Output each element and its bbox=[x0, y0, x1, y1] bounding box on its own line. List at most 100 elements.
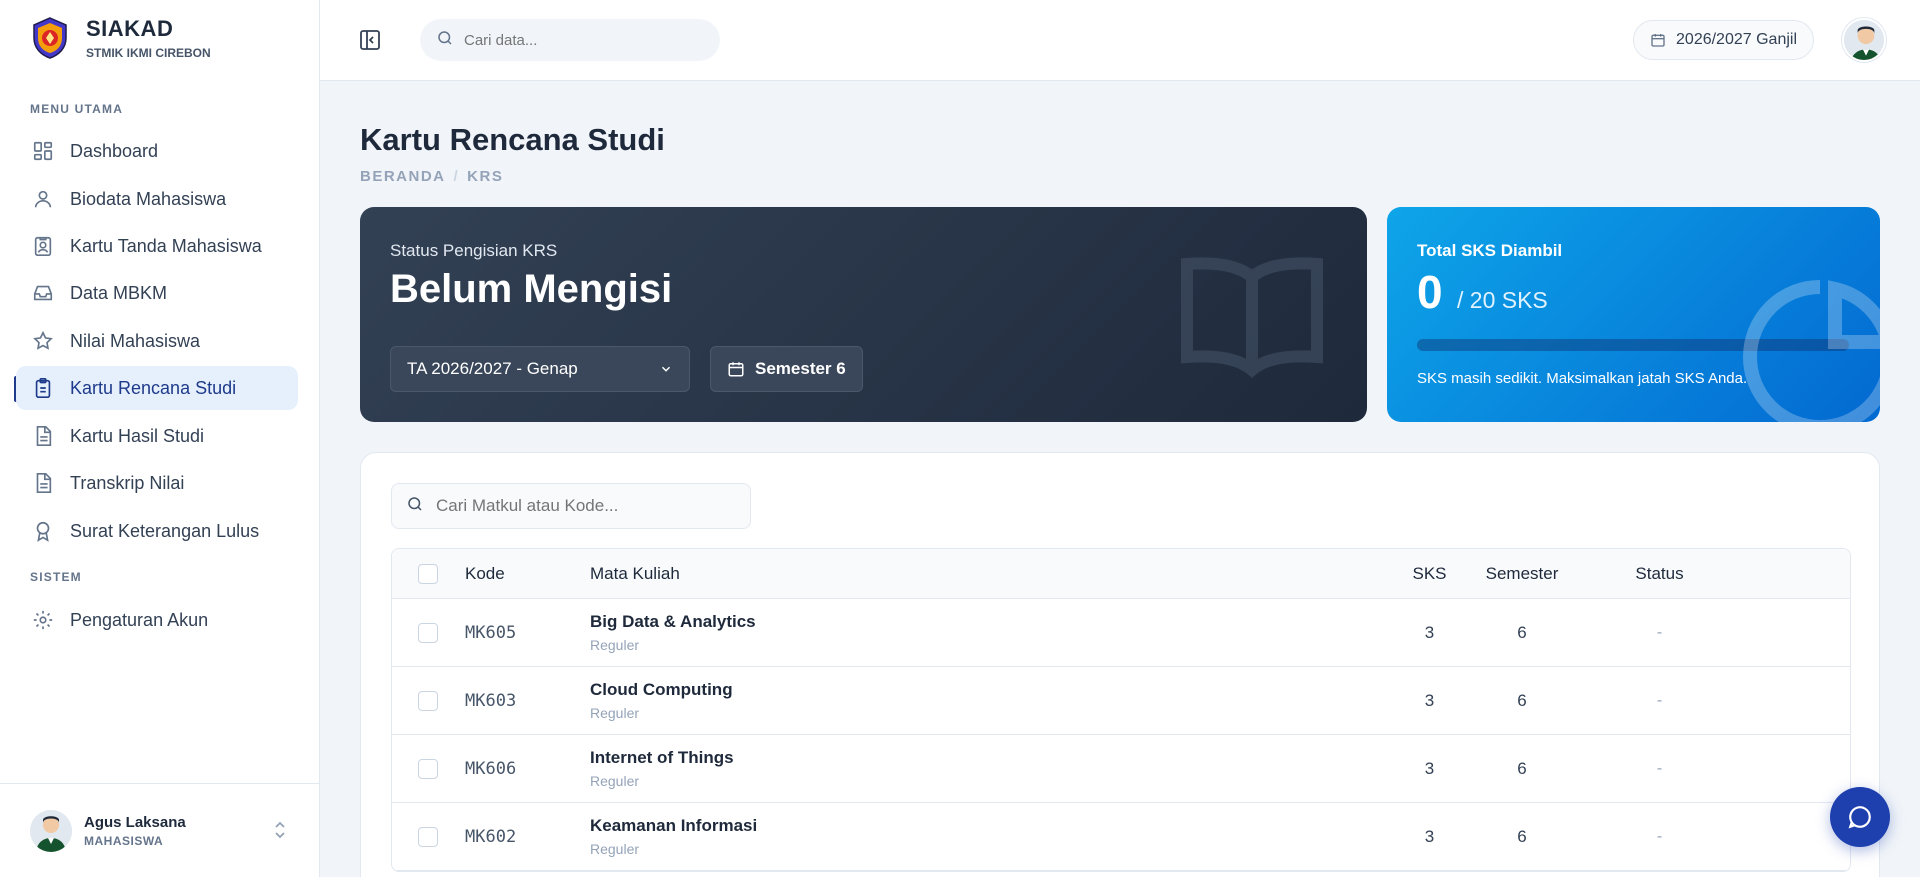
file-text-icon bbox=[30, 423, 56, 449]
search-icon bbox=[406, 495, 424, 518]
user-role: MAHASISWA bbox=[84, 833, 164, 848]
user-name: Agus Laksana bbox=[84, 813, 186, 831]
course-table-card: Kode Mata Kuliah SKS Semester Status MK6… bbox=[360, 452, 1880, 877]
row-checkbox[interactable] bbox=[418, 690, 438, 711]
user-menu[interactable]: Agus Laksana MAHASISWA bbox=[0, 783, 319, 877]
course-type: Reguler bbox=[590, 773, 640, 789]
brand[interactable]: SIAKAD STMIK IKMI CIREBON bbox=[28, 16, 211, 60]
sidebar-item-pengaturan[interactable]: Pengaturan Akun bbox=[16, 598, 298, 642]
sidebar-item-label: Kartu Rencana Studi bbox=[70, 377, 237, 398]
chat-button[interactable] bbox=[1830, 787, 1890, 847]
course-name: Cloud Computing bbox=[590, 680, 733, 699]
sidebar-item-label: Transkrip Nilai bbox=[70, 472, 185, 493]
chevron-down-icon bbox=[661, 366, 671, 372]
table-row[interactable]: MK605 Big Data & Analytics Reguler 3 6 - bbox=[392, 599, 1850, 667]
sidebar-item-label: Kartu Tanda Mahasiswa bbox=[70, 235, 262, 256]
course-sks: 3 bbox=[1424, 622, 1435, 642]
topbar: 2026/2027 Ganjil bbox=[320, 0, 1920, 81]
panel-left-icon bbox=[360, 30, 380, 50]
sks-value: 0 bbox=[1417, 266, 1443, 318]
inbox-icon bbox=[30, 280, 56, 306]
table-row[interactable]: MK603 Cloud Computing Reguler 3 6 - bbox=[392, 667, 1850, 735]
course-status: - bbox=[1656, 623, 1663, 641]
term-label: 2026/2027 Ganjil bbox=[1676, 31, 1797, 48]
breadcrumb-home[interactable]: BERANDA bbox=[360, 168, 446, 185]
sidebar-item-khs[interactable]: Kartu Hasil Studi bbox=[16, 414, 298, 458]
course-type: Reguler bbox=[590, 841, 640, 857]
sidebar-item-label: Dashboard bbox=[70, 140, 159, 161]
sks-label: Total SKS Diambil bbox=[1417, 241, 1563, 260]
header-semester: Semester bbox=[1485, 563, 1559, 583]
system-section-label: SISTEM bbox=[30, 570, 82, 584]
course-sks: 3 bbox=[1424, 826, 1435, 846]
sidebar-item-mbkm[interactable]: Data MBKM bbox=[16, 271, 298, 315]
course-search[interactable] bbox=[391, 483, 751, 529]
course-name: Keamanan Informasi bbox=[590, 816, 758, 835]
id-card-icon bbox=[30, 233, 56, 259]
sidebar-item-label: Pengaturan Akun bbox=[70, 609, 209, 630]
course-semester: 6 bbox=[1517, 690, 1527, 710]
select-all-checkbox[interactable] bbox=[418, 563, 438, 584]
sidebar-item-biodata[interactable]: Biodata Mahasiswa bbox=[16, 177, 298, 221]
clipboard-icon bbox=[30, 375, 56, 401]
sidebar-item-krs[interactable]: Kartu Rencana Studi bbox=[16, 366, 298, 410]
course-semester: 6 bbox=[1517, 826, 1527, 846]
sidebar-item-skl[interactable]: Surat Keterangan Lulus bbox=[16, 509, 298, 553]
sidebar: SIAKAD STMIK IKMI CIREBON MENU UTAMA Das… bbox=[0, 0, 320, 877]
row-checkbox[interactable] bbox=[418, 622, 438, 643]
profile-avatar[interactable] bbox=[1842, 18, 1886, 62]
star-icon bbox=[30, 328, 56, 354]
gear-icon bbox=[30, 607, 56, 633]
sidebar-toggle-button[interactable] bbox=[358, 28, 384, 54]
user-icon bbox=[30, 186, 56, 212]
global-search-input[interactable] bbox=[464, 31, 694, 49]
academic-year-value: TA 2026/2027 - Genap bbox=[407, 359, 578, 378]
sidebar-item-label: Kartu Hasil Studi bbox=[70, 425, 205, 446]
sks-note: SKS masih sedikit. Maksimalkan jatah SKS… bbox=[1417, 370, 1748, 387]
academic-year-select[interactable]: TA 2026/2027 - Genap bbox=[390, 346, 690, 392]
sidebar-item-dashboard[interactable]: Dashboard bbox=[16, 129, 298, 173]
sidebar-item-nilai[interactable]: Nilai Mahasiswa bbox=[16, 319, 298, 363]
semester-label: Semester 6 bbox=[755, 359, 846, 378]
brand-subtitle: STMIK IKMI CIREBON bbox=[86, 46, 211, 60]
course-table: Kode Mata Kuliah SKS Semester Status MK6… bbox=[391, 548, 1851, 872]
course-search-input[interactable] bbox=[436, 496, 736, 516]
award-icon bbox=[30, 518, 56, 544]
course-status: - bbox=[1656, 827, 1663, 845]
sks-max: / 20 SKS bbox=[1457, 287, 1548, 313]
header-status: Status bbox=[1635, 563, 1684, 583]
avatar bbox=[30, 809, 72, 852]
calendar-icon bbox=[728, 362, 744, 377]
course-code: MK605 bbox=[465, 622, 517, 643]
academic-term-badge[interactable]: 2026/2027 Ganjil bbox=[1633, 20, 1814, 60]
course-semester: 6 bbox=[1517, 622, 1527, 642]
course-status: - bbox=[1656, 691, 1663, 709]
pie-chart-icon bbox=[1743, 280, 1880, 422]
sks-total-card: Total SKS Diambil 0 / 20 SKS SKS masih s… bbox=[1387, 207, 1880, 422]
course-code: MK603 bbox=[465, 690, 517, 711]
course-code: MK606 bbox=[465, 758, 517, 779]
sidebar-item-label: Nilai Mahasiswa bbox=[70, 330, 201, 351]
brand-title: SIAKAD bbox=[86, 16, 174, 41]
course-semester: 6 bbox=[1517, 758, 1527, 778]
sidebar-item-label: Surat Keterangan Lulus bbox=[70, 520, 260, 541]
row-checkbox[interactable] bbox=[418, 758, 438, 779]
row-checkbox[interactable] bbox=[418, 826, 438, 847]
course-name: Internet of Things bbox=[590, 748, 734, 767]
sidebar-item-ktm[interactable]: Kartu Tanda Mahasiswa bbox=[16, 224, 298, 268]
header-kode: Kode bbox=[465, 563, 505, 583]
course-sks: 3 bbox=[1424, 758, 1435, 778]
table-row[interactable]: MK602 Keamanan Informasi Reguler 3 6 - bbox=[392, 803, 1850, 871]
global-search[interactable] bbox=[420, 19, 720, 61]
krs-status-card: Status Pengisian KRS Belum Mengisi TA 20… bbox=[360, 207, 1367, 422]
course-code: MK602 bbox=[465, 826, 517, 847]
sidebar-item-transkrip[interactable]: Transkrip Nilai bbox=[16, 461, 298, 505]
message-circle-icon bbox=[1848, 806, 1871, 829]
breadcrumb: BERANDA / KRS bbox=[360, 168, 504, 185]
table-header: Kode Mata Kuliah SKS Semester Status bbox=[392, 549, 1850, 599]
calendar-icon bbox=[1651, 34, 1665, 47]
status-value: Belum Mengisi bbox=[390, 267, 673, 311]
semester-badge: Semester 6 bbox=[710, 346, 863, 392]
table-row[interactable]: MK606 Internet of Things Reguler 3 6 - bbox=[392, 735, 1850, 803]
course-type: Reguler bbox=[590, 637, 640, 653]
